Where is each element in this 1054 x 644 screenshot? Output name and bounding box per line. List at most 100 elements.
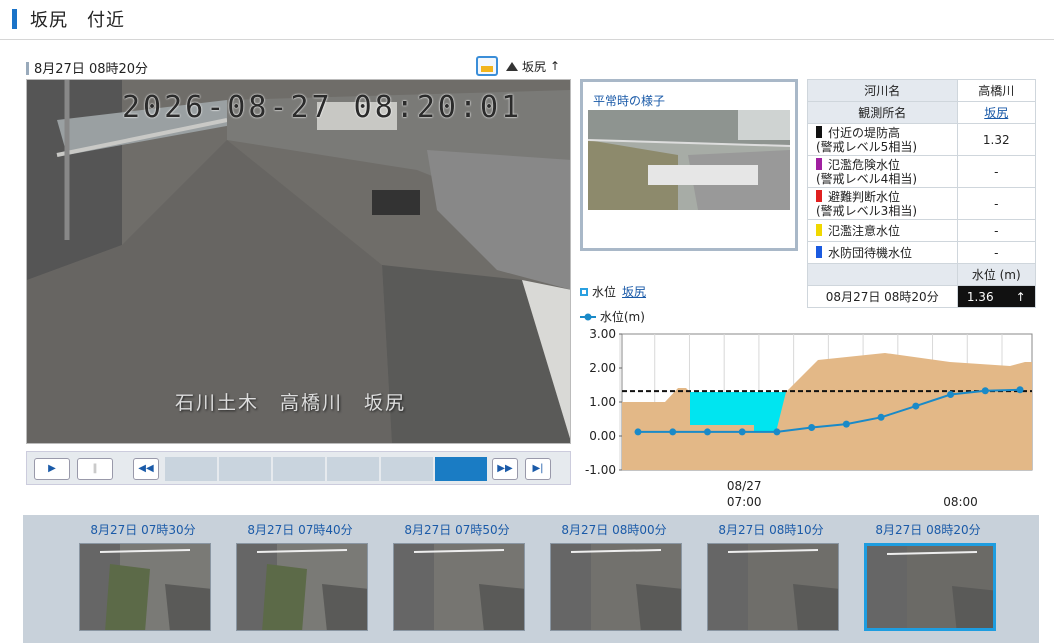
level-label: 氾濫危険水位 xyxy=(828,157,901,172)
camera-datetime-text: 8月27日 08時20分 xyxy=(34,62,149,77)
level-value: - xyxy=(956,241,1037,264)
thumbnail-image[interactable] xyxy=(79,543,211,631)
normal-view-label: 平常時の様子 xyxy=(593,94,666,108)
normal-view-image xyxy=(588,110,790,210)
location-arrow-icon: ↑ xyxy=(550,59,561,73)
chart-series-legend: 水位 坂尻 xyxy=(580,283,646,300)
level-sublabel: (警戒レベル5相当) xyxy=(816,139,917,154)
series-square-icon xyxy=(580,288,588,296)
header-accent-bar xyxy=(12,9,17,29)
series-label: 水位 xyxy=(592,285,617,299)
water-level-point xyxy=(912,402,920,410)
end-button[interactable]: ▶| xyxy=(525,458,551,480)
timeline-segment-6[interactable] xyxy=(435,457,487,481)
thumbnail-image[interactable] xyxy=(864,543,996,631)
thumbnail-label[interactable]: 8月27日 07時40分 xyxy=(230,521,370,538)
timeline-segment-5[interactable] xyxy=(381,457,433,481)
timeline-segment-2[interactable] xyxy=(219,457,271,481)
level-sublabel: (警戒レベル4相当) xyxy=(816,171,917,186)
thumbnail-item[interactable]: 8月27日 07時40分 xyxy=(230,515,370,643)
levee-color-icon xyxy=(816,125,822,138)
current-level-cell: 1.36 ↑ xyxy=(956,285,1037,308)
water-level-point xyxy=(842,420,850,428)
normal-view-panel: 平常時の様子 xyxy=(580,79,798,251)
thumbnail-label[interactable]: 8月27日 08時20分 xyxy=(858,521,998,538)
thumbnail-image[interactable] xyxy=(550,543,682,631)
current-time: 08月27日 08時20分 xyxy=(807,285,958,308)
water-level-point xyxy=(634,428,642,436)
thumbnail-item[interactable]: 8月27日 08時00分 xyxy=(544,515,684,643)
caution-color-icon xyxy=(816,223,822,236)
river-name-label: 河川名 xyxy=(807,79,958,102)
water-level-point xyxy=(947,391,955,399)
thumbnail-label[interactable]: 8月27日 08時00分 xyxy=(544,521,684,538)
x-tick-label: 08:00 xyxy=(943,495,978,509)
play-button[interactable]: ▶ xyxy=(34,458,70,480)
station-info-table: 河川名 高橋川 観測所名 坂尻 付近の堤防高 (警戒レベル5相当) 1.32 氾濫… xyxy=(807,79,1037,308)
y-tick-label: 2.00 xyxy=(589,361,616,375)
y-tick-label: 0.00 xyxy=(589,429,616,443)
timeline-segment-3[interactable] xyxy=(273,457,325,481)
save-image-icon[interactable] xyxy=(476,56,498,76)
page-header: 坂尻 付近 xyxy=(0,0,1054,40)
thumbnail-image[interactable] xyxy=(236,543,368,631)
timestamp-overlay: 2026-08-27 08:20:01 xyxy=(122,90,523,125)
level-label: 氾濫注意水位 xyxy=(828,223,901,238)
trend-arrow-icon: ↑ xyxy=(1015,289,1026,304)
thumbnail-image[interactable] xyxy=(393,543,525,631)
level-value: - xyxy=(956,187,1037,220)
thumbnail-image[interactable] xyxy=(707,543,839,631)
thumbnail-label[interactable]: 8月27日 07時50分 xyxy=(387,521,527,538)
standby-color-icon xyxy=(816,245,822,258)
water-level-point xyxy=(669,428,677,436)
x-tick-label: 08/27 xyxy=(727,479,762,493)
camera-image: 2026-08-27 08:20:01 石川土木 高橋川 坂尻 xyxy=(26,79,571,444)
pause-button[interactable]: ‖ xyxy=(77,458,113,480)
empty-header-cell xyxy=(807,263,958,286)
level-label: 避難判断水位 xyxy=(828,189,901,204)
thumbnail-label[interactable]: 8月27日 08時10分 xyxy=(701,521,841,538)
level-header: 水位 (m) xyxy=(956,263,1037,286)
water-level-point xyxy=(808,424,816,431)
evacuation-color-icon xyxy=(816,189,822,202)
danger-color-icon xyxy=(816,157,822,170)
thumbnail-item[interactable]: 8月27日 08時10分 xyxy=(701,515,841,643)
location-link[interactable]: 坂尻 xyxy=(522,58,546,75)
level-label: 付近の堤防高 xyxy=(828,125,901,140)
water-level-chart: 3.00 2.00 1.00 0.00 -1.00 08/27 07:00 08:00 xyxy=(585,327,1033,509)
thumbnail-strip: 8月27日 07時30分 8月27日 07時40分 8月27日 07時50分 8… xyxy=(23,515,1039,643)
station-label: 観測所名 xyxy=(807,101,958,124)
water-level-point xyxy=(877,413,885,421)
level-sublabel: (警戒レベル3相当) xyxy=(816,203,917,218)
y-tick-label: 3.00 xyxy=(589,327,616,341)
water-level-point xyxy=(981,387,989,395)
thumbnail-item[interactable]: 8月27日 07時50分 xyxy=(387,515,527,643)
level-value: - xyxy=(956,155,1037,188)
water-level-point xyxy=(703,428,711,436)
camera-tools: 坂尻 ↑ xyxy=(476,56,560,76)
current-level-value: 1.36 xyxy=(966,289,994,304)
y-tick-label: -1.00 xyxy=(585,463,616,477)
thumbnail-label[interactable]: 8月27日 07時30分 xyxy=(73,521,213,538)
forward-button[interactable]: ▶▶ xyxy=(492,458,518,480)
x-tick-label: 07:00 xyxy=(727,495,762,509)
caption-overlay: 石川土木 高橋川 坂尻 xyxy=(175,392,407,414)
thumbnail-item-selected[interactable]: 8月27日 08時20分 xyxy=(858,515,998,643)
chart-station-link[interactable]: 坂尻 xyxy=(622,285,646,299)
station-link[interactable]: 坂尻 xyxy=(984,106,1008,120)
level-value: 1.32 xyxy=(956,123,1037,156)
thumbnail-item[interactable]: 8月27日 07時30分 xyxy=(73,515,213,643)
level-label: 水防団待機水位 xyxy=(828,245,913,260)
water-level-point xyxy=(773,428,781,436)
river-name-value: 高橋川 xyxy=(956,79,1037,102)
water-level-point xyxy=(1016,386,1024,394)
player-controls: ▶ ‖ ◀◀ ▶▶ ▶| xyxy=(26,451,571,485)
page-title: 坂尻 付近 xyxy=(30,10,125,31)
timeline-segment-1[interactable] xyxy=(165,457,217,481)
timeline-segment-4[interactable] xyxy=(327,457,379,481)
location-triangle-icon xyxy=(506,61,518,71)
level-value: - xyxy=(956,219,1037,242)
camera-datetime-label: 8月27日 08時20分 xyxy=(26,58,148,77)
rewind-button[interactable]: ◀◀ xyxy=(133,458,159,480)
y-tick-label: 1.00 xyxy=(589,395,616,409)
